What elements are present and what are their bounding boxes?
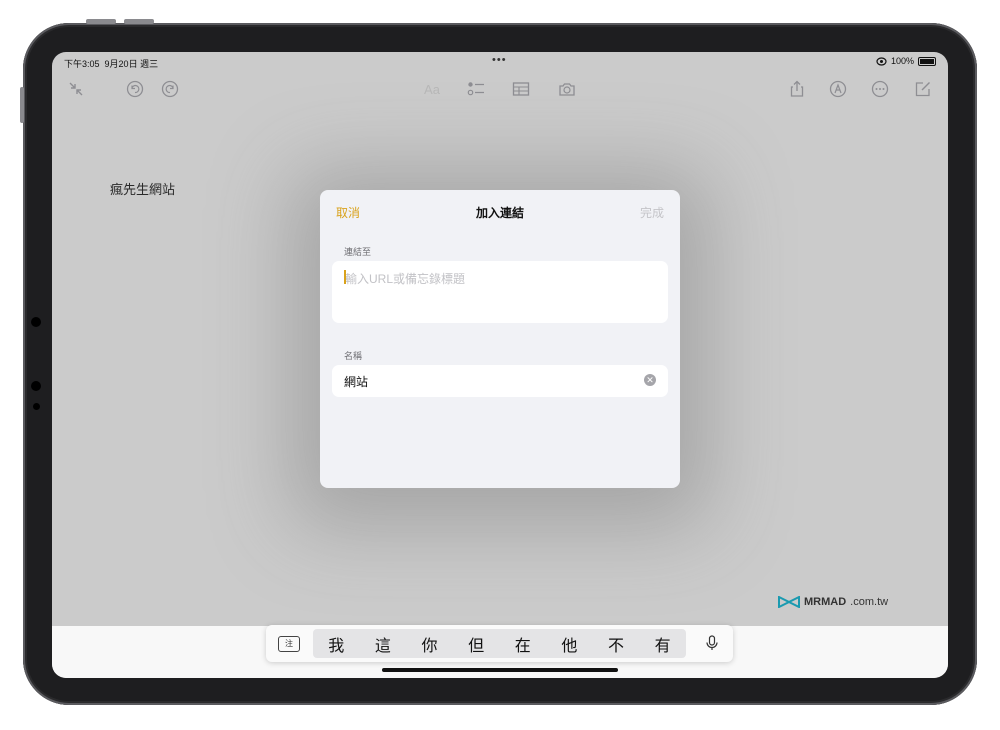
dialog-title: 加入連結 — [475, 206, 524, 220]
text-caret — [344, 270, 346, 284]
candidate-word[interactable]: 有 — [639, 632, 686, 656]
keyboard-switch-button[interactable]: 注 — [278, 636, 300, 652]
done-button[interactable]: 完成 — [640, 204, 664, 221]
screen: 下午3:05 9月20日 週三 ••• 100% Aa 瘋先生網站 加入連結 取… — [52, 52, 948, 678]
compose-icon[interactable] — [913, 79, 933, 99]
candidate-word[interactable]: 這 — [360, 632, 407, 656]
candidate-word[interactable]: 我 — [313, 632, 360, 656]
status-right: 100% — [876, 56, 936, 66]
candidate-word[interactable]: 在 — [500, 632, 547, 656]
battery-percent: 100% — [890, 56, 914, 66]
name-value: 網站 — [344, 375, 369, 389]
name-label: 名稱 — [344, 351, 363, 361]
candidate-word[interactable]: 你 — [406, 632, 453, 656]
watermark-brand: MRMAD — [804, 596, 847, 608]
redo-icon[interactable] — [160, 79, 180, 99]
add-link-dialog: 加入連結 取消 完成 連結至 輸入URL或備忘錄標題 名稱 網站 ✕ — [320, 190, 680, 488]
candidate-word[interactable]: 不 — [593, 632, 640, 656]
side-sensor — [33, 403, 40, 410]
link-placeholder: 輸入URL或備忘錄標題 — [345, 272, 466, 286]
status-bar: 下午3:05 9月20日 週三 ••• 100% — [52, 52, 948, 72]
clear-icon[interactable]: ✕ — [644, 374, 656, 386]
candidate-list: 我 這 你 但 在 他 不 有 — [313, 629, 686, 658]
volume-button — [20, 87, 24, 123]
checklist-icon[interactable] — [466, 79, 486, 99]
link-input[interactable]: 輸入URL或備忘錄標題 — [332, 261, 668, 323]
undo-icon[interactable] — [125, 79, 145, 99]
collapse-icon[interactable] — [66, 79, 86, 99]
status-time: 下午3:05 9月20日 週三 — [64, 59, 159, 69]
name-input[interactable]: 網站 ✕ — [332, 365, 668, 397]
candidate-word[interactable]: 他 — [546, 632, 593, 656]
multitasking-dots[interactable]: ••• — [492, 54, 507, 66]
cancel-button[interactable]: 取消 — [336, 204, 360, 221]
top-button — [124, 19, 154, 24]
candidate-word[interactable]: 但 — [453, 632, 500, 656]
table-icon[interactable] — [511, 79, 531, 99]
camera-icon[interactable] — [557, 79, 577, 99]
link-to-label: 連結至 — [344, 247, 372, 257]
top-button — [86, 19, 116, 24]
watermark-domain: .com.tw — [850, 596, 889, 608]
format-icon[interactable]: Aa — [422, 79, 442, 99]
side-sensor — [31, 317, 41, 327]
side-sensor — [31, 381, 41, 391]
battery-icon — [918, 56, 936, 66]
home-indicator[interactable] — [382, 668, 618, 672]
mrmad-logo-icon — [778, 596, 800, 608]
more-icon[interactable] — [870, 79, 890, 99]
markup-icon[interactable] — [828, 79, 848, 99]
watermark: MRMAD .com.tw — [778, 596, 888, 608]
focus-icon — [876, 56, 887, 66]
microphone-icon[interactable] — [703, 634, 721, 652]
quicktype-bar: 注 我 這 你 但 在 他 不 有 — [266, 625, 733, 662]
note-title[interactable]: 瘋先生網站 — [110, 179, 175, 198]
share-icon[interactable] — [787, 79, 807, 99]
